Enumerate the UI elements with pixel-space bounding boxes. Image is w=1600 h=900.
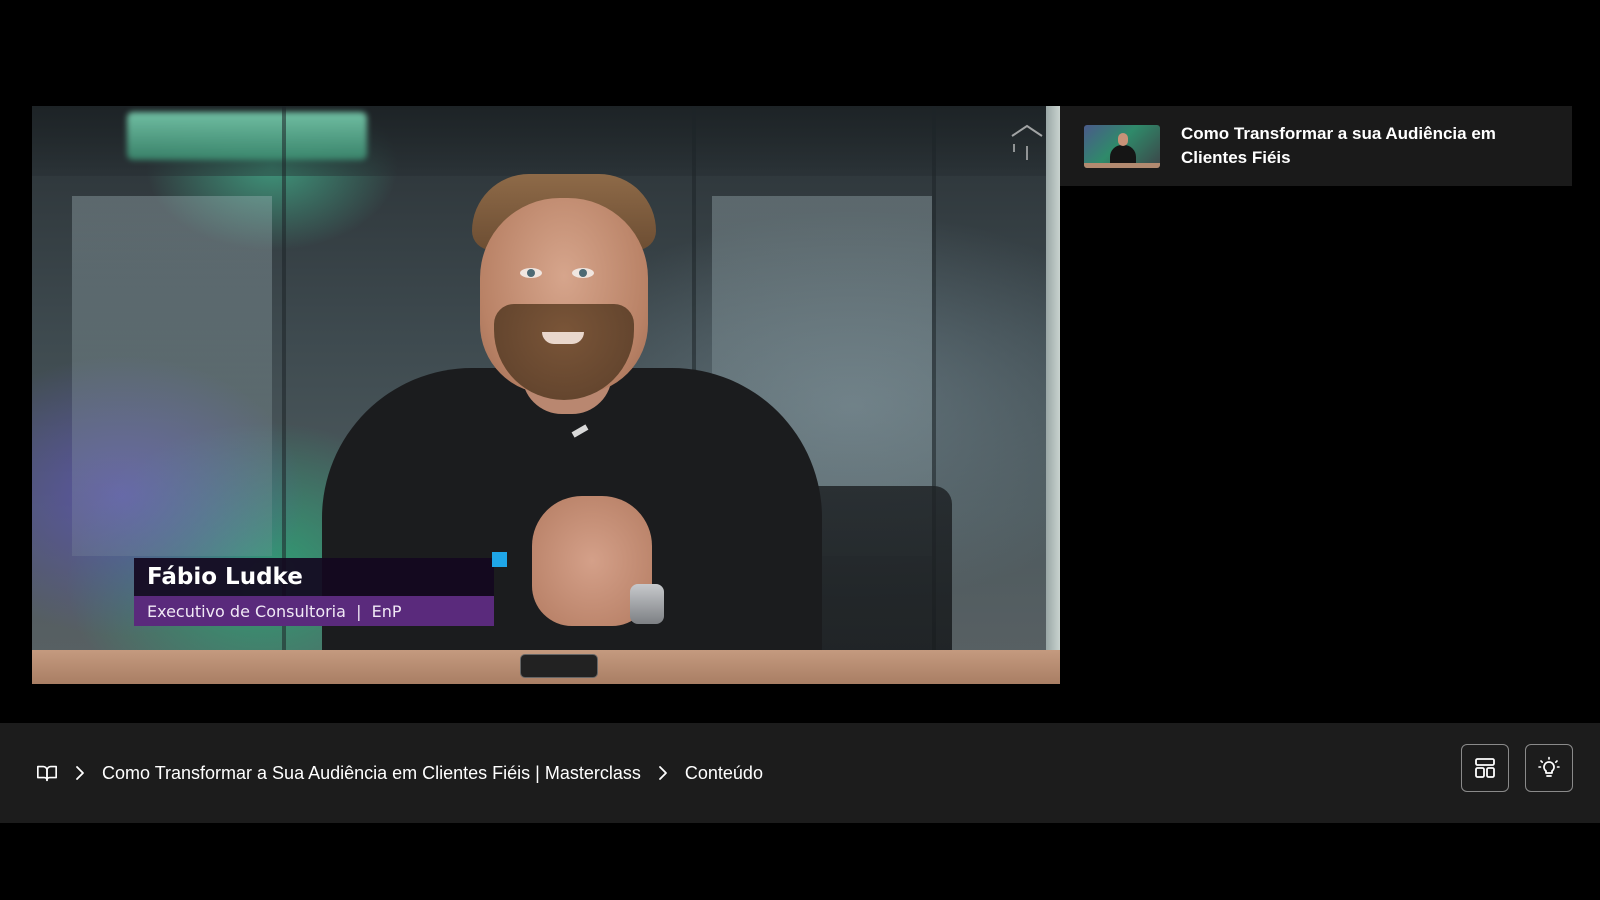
video-player[interactable]: Fábio Ludke Executivo de Consultoria | E… [32,106,1060,684]
lower-third: Fábio Ludke Executivo de Consultoria | E… [134,552,507,626]
layout-toggle-button[interactable] [1461,744,1509,792]
presenter-role: Executivo de Consultoria | EnP [134,596,494,626]
playlist-item[interactable]: Como Transformar a sua Audiência em Clie… [1060,106,1572,186]
lower-third-accent [492,552,507,567]
chevron-right-icon [653,763,673,783]
playlist-item-title: Como Transformar a sua Audiência em Clie… [1181,124,1496,167]
video-scene-phone [520,654,598,678]
channel-logo-icon [1011,124,1043,160]
chevron-right-icon [70,763,90,783]
bottom-navigation-bar: Como Transformar a Sua Audiência em Clie… [0,723,1600,823]
lightbulb-icon [1538,756,1560,777]
bar-actions [1461,744,1573,792]
presenter-eye [520,268,542,278]
video-scene-window [72,196,272,556]
layout-icon [1475,758,1495,778]
lesson-page: Fábio Ludke Executivo de Consultoria | E… [0,0,1600,900]
video-thumbnail [1084,124,1160,168]
breadcrumb: Como Transformar a Sua Audiência em Clie… [36,762,763,784]
video-scene-light [127,112,367,160]
playlist-panel: Como Transformar a sua Audiência em Clie… [1060,106,1572,186]
presenter-mouth [542,332,584,344]
lightbulb-button[interactable] [1525,744,1573,792]
breadcrumb-course-link[interactable]: Como Transformar a Sua Audiência em Clie… [102,763,641,784]
book-open-icon[interactable] [36,762,58,784]
presenter-watch [630,584,664,624]
video-scene-wall [1046,106,1060,684]
presenter-eye [572,268,594,278]
breadcrumb-section-link[interactable]: Conteúdo [685,763,763,784]
presenter-name: Fábio Ludke [134,558,494,596]
